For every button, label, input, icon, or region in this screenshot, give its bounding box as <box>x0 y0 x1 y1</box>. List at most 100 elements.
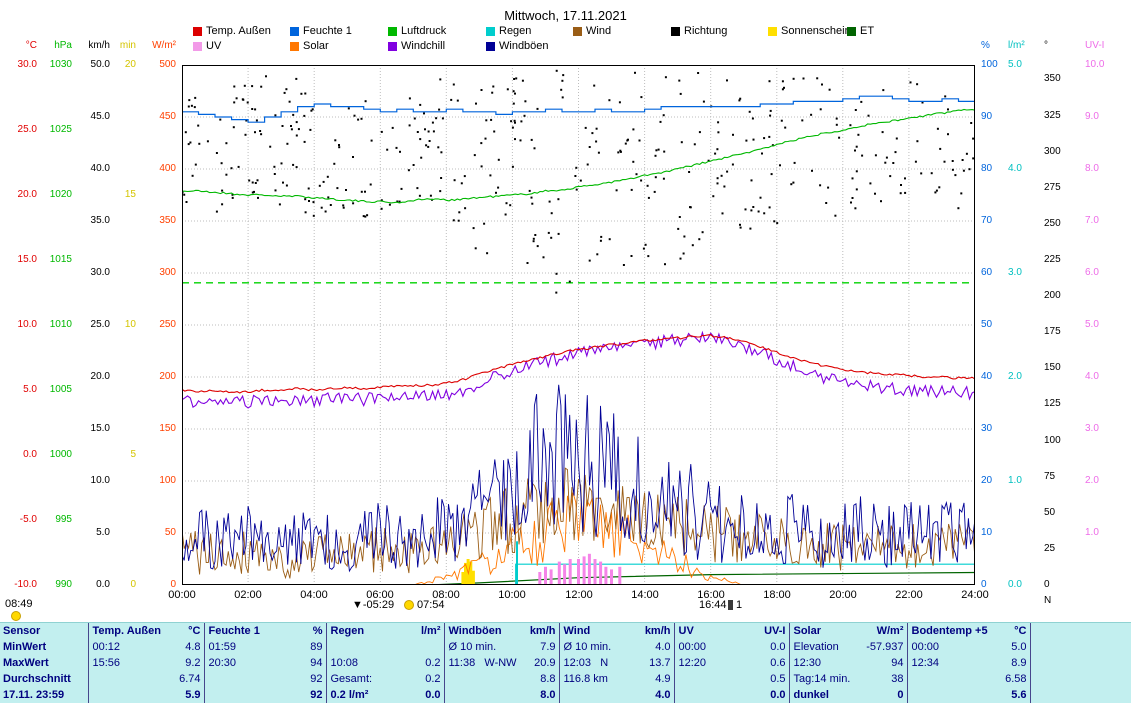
stats-cell: 00:00 0.0 <box>674 639 789 655</box>
series-temp <box>182 335 975 393</box>
stats-cell-time: dunkel <box>794 689 829 701</box>
stats-cell: dunkel0 <box>789 687 907 703</box>
x-tick-label: 04:00 <box>292 589 336 601</box>
stats-cell-time: Temp. Außen <box>93 625 161 637</box>
x-tick-label: 00:00 <box>160 589 204 601</box>
stats-cell-time: UV <box>679 625 694 637</box>
stats-cell-filler <box>1030 671 1131 687</box>
sun-marker <box>11 611 21 621</box>
stats-cell-time: 12:30 <box>794 657 822 669</box>
stats-cell-time: 00:00 <box>679 641 707 653</box>
stats-cell: 12:03 N13.7 <box>559 655 674 671</box>
stats-cell-time: 11:38 W-NW <box>449 657 517 669</box>
stats-cell-value: 92 <box>310 673 322 685</box>
stats-cell-value: W/m² <box>877 625 904 637</box>
x-tick-label: 22:00 <box>887 589 931 601</box>
stats-cell-value: 4.0 <box>655 689 670 701</box>
stats-cell-value: 0.5 <box>770 673 785 685</box>
stats-cell: 15:569.2 <box>88 655 204 671</box>
stats-cell-time: 12:34 <box>912 657 940 669</box>
stats-cell: 4.0 <box>559 687 674 703</box>
stats-cell: Gesamt:0.2 <box>326 671 444 687</box>
series-richtung <box>182 70 975 294</box>
series-uv <box>538 554 621 585</box>
stats-cell-value: 89 <box>310 641 322 653</box>
stats-cell: 12:34 8.9 <box>907 655 1030 671</box>
stats-cell-time: Feuchte 1 <box>209 625 260 637</box>
stats-cell-time: 00:12 <box>93 641 121 653</box>
stats-cell-value: 4.9 <box>655 673 670 685</box>
sun-marker: 07:54 <box>404 599 445 611</box>
stats-cell <box>326 639 444 655</box>
sun-time-label: 08:49 <box>5 598 33 610</box>
stats-cell-value: 94 <box>310 657 322 669</box>
stats-cell-value: -57.937 <box>866 641 903 653</box>
stats-cell: 92 <box>204 671 326 687</box>
sun-icon <box>404 600 414 610</box>
stats-cell: 92 <box>204 687 326 703</box>
sun-time-label: 16:44 <box>699 599 727 611</box>
stats-cell-value: 0.0 <box>770 641 785 653</box>
stats-cell: SolarW/m² <box>789 623 907 639</box>
stats-cell-time: 00:00 <box>912 641 940 653</box>
stats-cell-value: 9.2 <box>185 657 200 669</box>
stats-cell: Feuchte 1% <box>204 623 326 639</box>
stats-cell: 10:08 0.2 <box>326 655 444 671</box>
series-windboeen <box>182 385 975 571</box>
stats-cell-value: % <box>313 625 323 637</box>
stats-cell: Ø 10 min. 4.0 <box>559 639 674 655</box>
stats-cell-time: 116.8 km <box>564 673 608 685</box>
sunset-marker: 1 <box>728 599 742 611</box>
sensor-stats-table: Sensor Temp. Außen °C Feuchte 1% Regen l/m² Wi… <box>0 623 1131 703</box>
marker-icon <box>728 600 733 610</box>
stats-cell-value: 0.6 <box>770 657 785 669</box>
stats-cell-value: 0.2 <box>425 657 440 669</box>
stats-cell-time: Regen <box>331 625 365 637</box>
stats-row-label: Sensor <box>0 623 88 639</box>
stats-cell: Elevation -57.937 <box>789 639 907 655</box>
stats-cell: 11:38 W-NW 20.9 <box>444 655 559 671</box>
sun-time-text: 08:49 <box>5 598 33 610</box>
stats-cell-value: °C <box>188 625 200 637</box>
plot-area[interactable] <box>0 0 1131 712</box>
stats-cell-filler <box>1030 623 1131 639</box>
stats-cell-value: 8.0 <box>540 689 555 701</box>
stats-cell-value: l/m² <box>421 625 441 637</box>
stats-cell-time: Ø 10 min. <box>449 641 497 653</box>
stats-cell-time: Elevation <box>794 641 839 653</box>
stats-cell-value: UV-I <box>764 625 785 637</box>
stats-row-label: 17.11. 23:59 <box>0 687 88 703</box>
stats-cell-time: 0.2 l/m² <box>331 689 369 701</box>
stats-cell-time: Wind <box>564 625 591 637</box>
stats-cell-value: 0.0 <box>770 689 785 701</box>
stats-cell: 00:005.0 <box>907 639 1030 655</box>
stats-cell-time: Windböen <box>449 625 502 637</box>
x-tick-label: 12:00 <box>557 589 601 601</box>
x-tick-label: 24:00 <box>953 589 997 601</box>
stats-cell-value: 38 <box>891 673 903 685</box>
stats-row-label: MinWert <box>0 639 88 655</box>
stats-cell-value: km/h <box>530 625 556 637</box>
stats-cell-time: 12:20 <box>679 657 707 669</box>
stats-cell: 6.74 <box>88 671 204 687</box>
stats-cell-value: 6.58 <box>1005 673 1026 685</box>
stats-cell: 8.0 <box>444 687 559 703</box>
stats-cell: 12:3094 <box>789 655 907 671</box>
stats-cell: 00:124.8 <box>88 639 204 655</box>
sun-time-text: ▼-05:29 <box>352 599 394 611</box>
stats-cell: 0.0 <box>674 687 789 703</box>
stats-cell-time: 10:08 <box>331 657 359 669</box>
stats-row-label: MaxWert <box>0 655 88 671</box>
stats-cell-value: 20.9 <box>534 657 555 669</box>
stats-cell-value: 8.9 <box>1011 657 1026 669</box>
stats-cell-time: 01:59 <box>209 641 237 653</box>
stats-cell-value: 92 <box>310 689 322 701</box>
stats-cell: 6.58 <box>907 671 1030 687</box>
sun-time-text: 07:54 <box>417 599 445 611</box>
stats-cell: 20:3094 <box>204 655 326 671</box>
stats-cell-value: 13.7 <box>649 657 670 669</box>
stats-panel: Sensor Temp. Außen °C Feuchte 1% Regen l/m² Wi… <box>0 622 1131 703</box>
stats-cell-value: 4.0 <box>655 641 670 653</box>
stats-cell-time: Ø 10 min. <box>564 641 612 653</box>
stats-cell: 0.5 <box>674 671 789 687</box>
